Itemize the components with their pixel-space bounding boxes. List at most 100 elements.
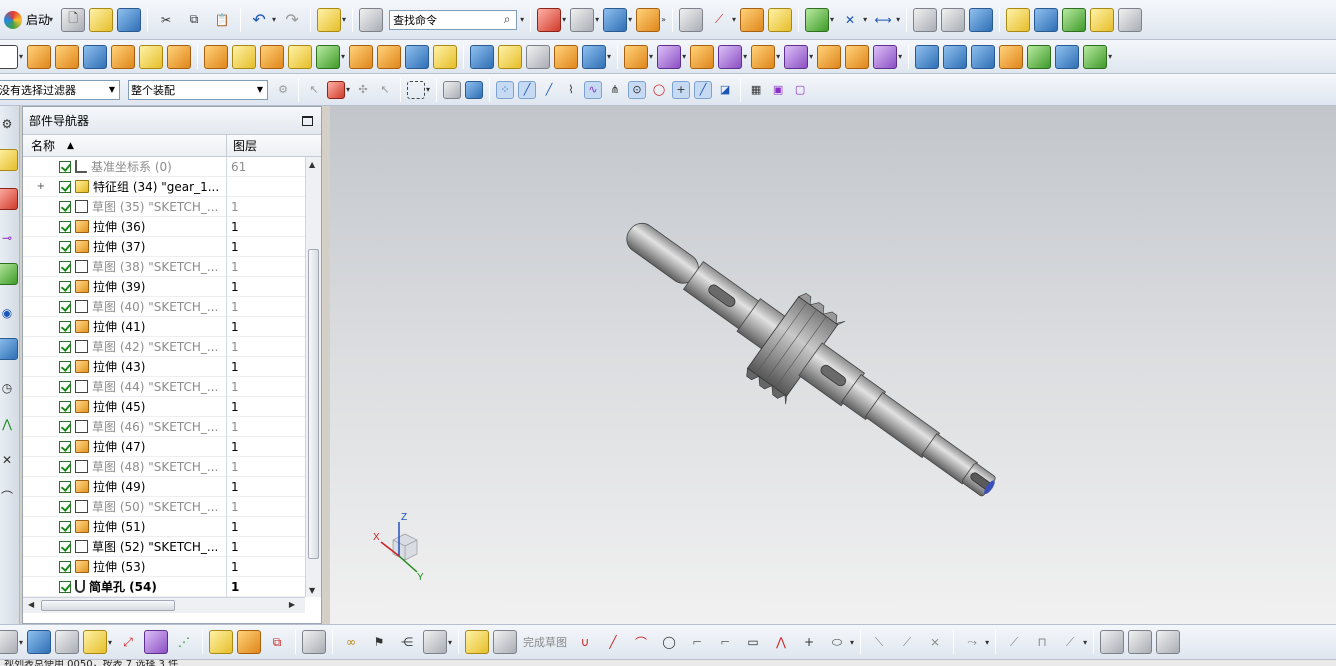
horizontal-scrollbar[interactable]: ◀ ▶ — [23, 597, 305, 613]
split-body-icon[interactable] — [526, 44, 551, 69]
add-dropdown-icon[interactable]: ▾ — [108, 638, 112, 647]
make-coplanar-icon[interactable] — [817, 44, 842, 69]
ellipse-icon[interactable]: ⬭ — [825, 630, 849, 654]
trim-body-icon[interactable] — [498, 44, 523, 69]
command-search[interactable]: 查找命令 ⌕ — [389, 9, 518, 30]
sequence-icon[interactable]: ⋲ — [395, 630, 419, 654]
visibility-checkbox[interactable] — [59, 200, 71, 213]
visibility-checkbox[interactable] — [59, 360, 71, 373]
through-curves-icon[interactable] — [943, 44, 968, 69]
rapid-dimension-icon[interactable]: ⟋ — [1002, 630, 1026, 654]
abc-icon[interactable] — [1118, 7, 1143, 32]
quick-extend-icon[interactable]: ⟋ — [895, 630, 919, 654]
tree-row[interactable]: 拉伸 (47) 1 — [23, 437, 305, 457]
pull-dropdown-icon[interactable]: ▾ — [682, 52, 686, 61]
tree-row[interactable]: 草图 (42) "SKETCH_... 1 — [23, 337, 305, 357]
fit-dropdown-icon[interactable]: ▾ — [562, 15, 566, 24]
add-component-icon[interactable] — [1062, 7, 1087, 32]
box-select-icon[interactable] — [407, 80, 426, 99]
constraints-dropdown-icon[interactable]: ▾ — [1083, 638, 1087, 647]
tree-row[interactable]: 拉伸 (49) 1 — [23, 477, 305, 497]
visibility-checkbox[interactable] — [59, 400, 71, 413]
fillet-icon[interactable]: ⌐ — [685, 630, 709, 654]
wcs-icon[interactable]: ⟋ — [707, 8, 731, 32]
studio-surface-icon[interactable] — [1055, 44, 1080, 69]
settings-icon[interactable]: ⚙ — [0, 113, 18, 135]
tree-row[interactable]: + 特征组 (34) "gear_1... — [23, 177, 305, 197]
existing-point-icon[interactable]: + — [672, 80, 691, 99]
solid-select-icon[interactable] — [443, 80, 462, 99]
visibility-checkbox[interactable] — [59, 220, 71, 233]
column-name[interactable]: 名称 ▲ — [23, 135, 227, 156]
reuse-library-icon[interactable] — [0, 263, 18, 285]
shell-icon[interactable] — [405, 44, 430, 69]
surface-icon[interactable] — [915, 44, 940, 69]
orient-dropdown-icon[interactable]: ▾ — [628, 15, 632, 24]
box-dropdown-icon[interactable]: ▾ — [426, 85, 430, 94]
finish-sketch-icon[interactable] — [493, 630, 518, 654]
quadrant-icon[interactable]: ◯ — [650, 81, 668, 99]
chamfer-sketch-icon[interactable]: ⌐ — [713, 630, 737, 654]
measure-icon[interactable] — [768, 7, 793, 32]
undo-icon[interactable]: ↶ — [247, 8, 271, 32]
view-grid-icon[interactable]: ▢ — [791, 81, 809, 99]
visibility-checkbox[interactable] — [59, 300, 71, 313]
visibility-checkbox[interactable] — [59, 380, 71, 393]
visibility-checkbox[interactable] — [59, 240, 71, 253]
reposition-icon[interactable]: ⋰ — [172, 630, 196, 654]
visibility-checkbox[interactable] — [59, 540, 71, 553]
replace-face-icon[interactable] — [718, 44, 743, 69]
visibility-checkbox[interactable] — [59, 280, 71, 293]
layers-stack-icon[interactable] — [941, 7, 966, 32]
wcs-dropdown-icon[interactable]: ▾ — [732, 15, 736, 24]
point-on-face-icon[interactable]: ◪ — [716, 81, 734, 99]
wave-geometry-icon[interactable] — [237, 630, 262, 654]
orient-view-icon[interactable] — [603, 7, 628, 32]
select-face-icon[interactable]: ↖ — [376, 81, 394, 99]
delete-face-icon[interactable] — [690, 44, 715, 69]
undo-dropdown-icon[interactable]: ▾ — [272, 15, 276, 24]
exploded-view-icon[interactable] — [209, 630, 234, 654]
scroll-down-icon[interactable]: ▼ — [309, 586, 315, 595]
point-icon[interactable]: + — [797, 630, 821, 654]
unite-icon[interactable] — [139, 44, 164, 69]
visibility-checkbox[interactable] — [59, 580, 71, 593]
cube-icon[interactable] — [423, 630, 448, 654]
expand-toggle-icon[interactable]: + — [23, 181, 49, 192]
quick-trim-icon[interactable]: ⟍ — [867, 630, 891, 654]
select-dropdown-icon[interactable]: ▾ — [346, 85, 350, 94]
process-studio-icon[interactable]: ✕ — [0, 449, 18, 471]
alternate-solution-icon[interactable] — [1156, 630, 1181, 654]
tree-row[interactable]: 基准坐标系 (0) 61 — [23, 157, 305, 177]
profile-icon[interactable]: ∪ — [573, 630, 597, 654]
make-corner-icon[interactable]: ⨯ — [923, 630, 947, 654]
visibility-checkbox[interactable] — [59, 520, 71, 533]
intersection-icon[interactable]: ∿ — [584, 80, 603, 99]
offset-dropdown-icon[interactable]: ▾ — [809, 52, 813, 61]
tree-row[interactable]: 草图 (48) "SKETCH_... 1 — [23, 457, 305, 477]
mid-point-icon[interactable]: ╱ — [540, 81, 558, 99]
sew-icon[interactable] — [554, 44, 579, 69]
replace-dropdown-icon[interactable]: ▾ — [743, 52, 747, 61]
dimension-icon[interactable]: ✕ — [838, 8, 862, 32]
ellipse-dropdown-icon[interactable]: ▾ — [850, 638, 854, 647]
render-dropdown-icon[interactable]: ▾ — [595, 15, 599, 24]
select-component-icon[interactable]: ✣ — [354, 81, 372, 99]
clock-icon[interactable]: ◷ — [0, 377, 18, 399]
assembly-constraints-icon[interactable] — [27, 630, 52, 654]
view-table-icon[interactable]: ▦ — [747, 81, 765, 99]
relations-browser-icon[interactable] — [1128, 630, 1153, 654]
make-coaxial-icon[interactable] — [845, 44, 870, 69]
cube-dropdown-icon[interactable]: ▾ — [448, 638, 452, 647]
arc-center-icon[interactable]: ⋔ — [606, 81, 624, 99]
datum-icon[interactable] — [316, 44, 341, 69]
redo-icon[interactable]: ↷ — [280, 8, 304, 32]
tree-row[interactable]: 拉伸 (51) 1 — [23, 517, 305, 537]
show-constraints-icon[interactable]: ⟋ — [1058, 630, 1082, 654]
visibility-checkbox[interactable] — [59, 560, 71, 573]
new-file-icon[interactable]: 🗋 — [61, 7, 86, 32]
block-icon[interactable] — [83, 44, 108, 69]
search-input[interactable]: 查找命令 — [390, 12, 498, 28]
part-navigator-icon[interactable]: ⊸ — [0, 227, 18, 249]
vertical-scrollbar[interactable]: ▲ ▼ — [305, 157, 321, 597]
